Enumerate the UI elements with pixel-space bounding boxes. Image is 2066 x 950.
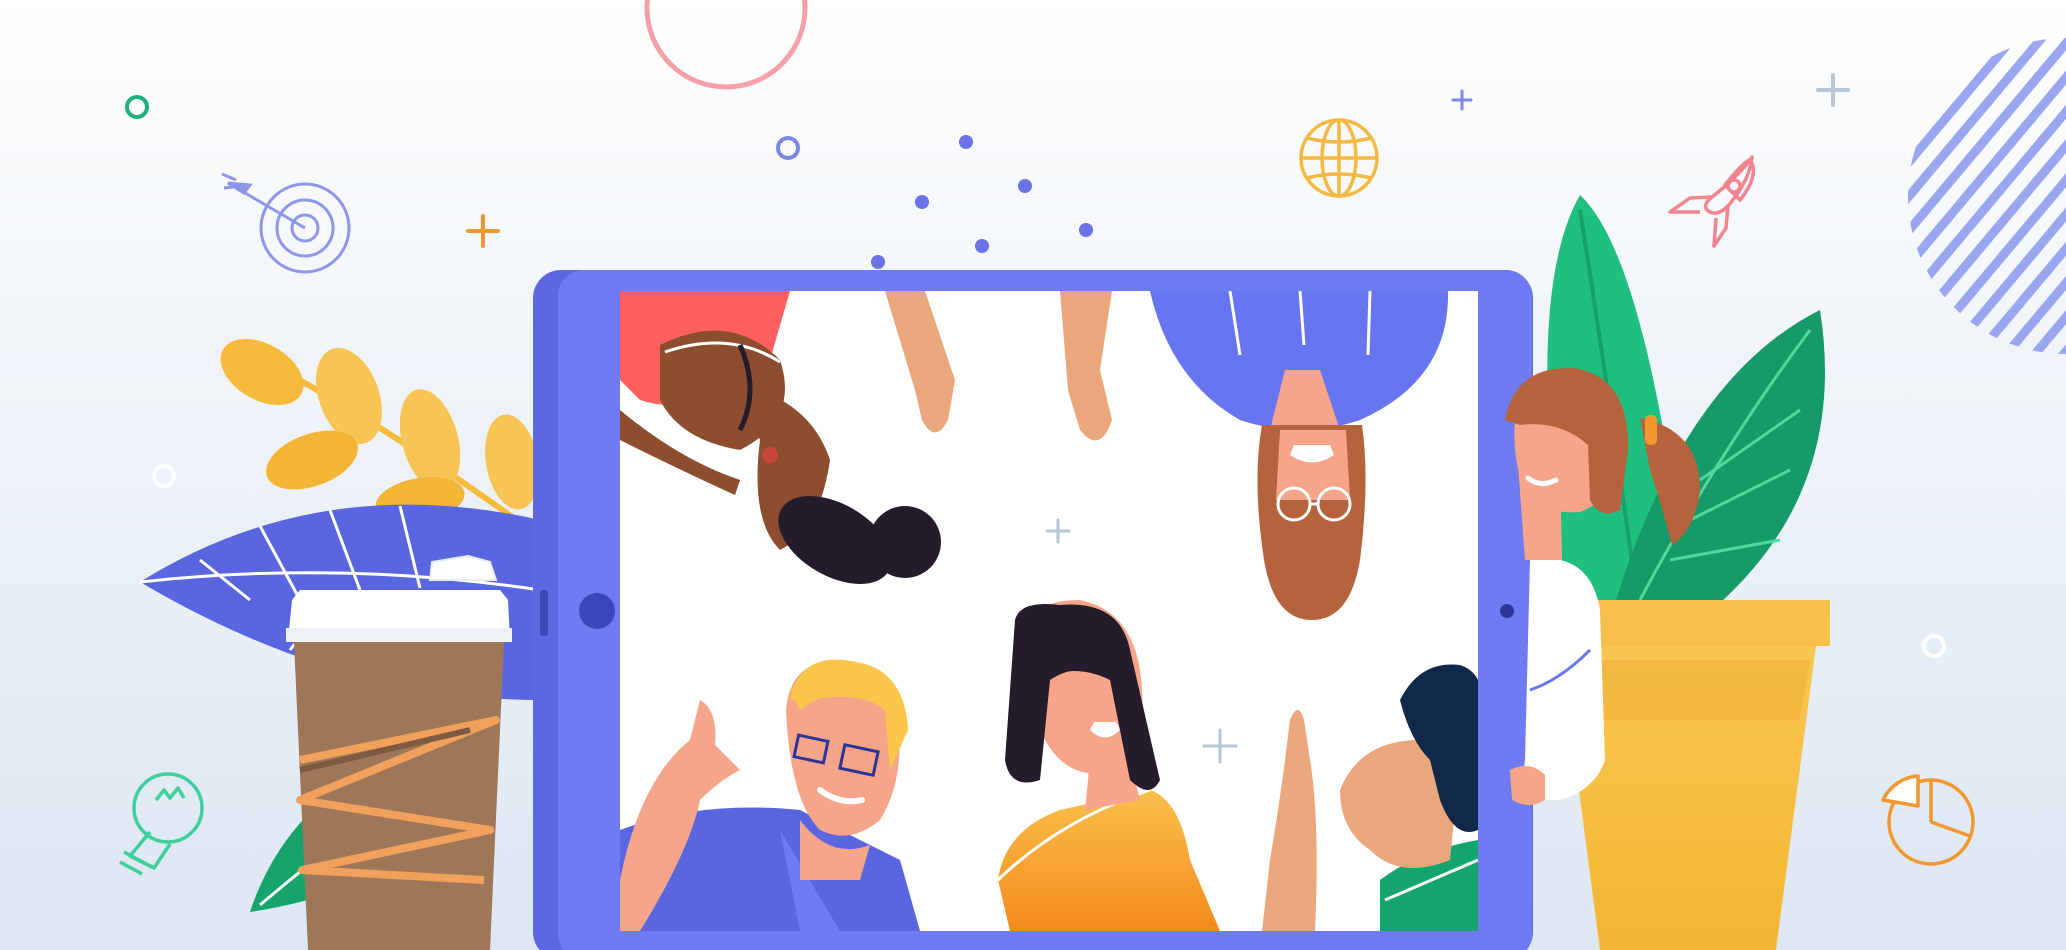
purple-ring-decoration <box>776 136 800 160</box>
striped-circle-decoration <box>1908 38 2066 354</box>
pink-ring-decoration <box>644 0 808 90</box>
dots-decoration <box>871 135 1093 269</box>
lightbulb-icon <box>119 772 204 876</box>
pie-chart-icon <box>1881 774 1975 866</box>
grey-plus-decoration <box>1816 73 1850 107</box>
white-ring-right <box>1922 634 1946 658</box>
white-ring-left <box>152 464 176 488</box>
target-icon <box>221 172 351 274</box>
tablet-camera <box>1500 604 1514 618</box>
illustration-canvas <box>119 0 2066 950</box>
tablet-home-button <box>579 593 615 629</box>
rocket-icon <box>1668 155 1756 248</box>
purple-plus-decoration <box>1451 89 1473 111</box>
orange-plus-decoration <box>466 214 500 248</box>
globe-icon <box>1299 118 1379 198</box>
wheat-plant <box>220 338 539 533</box>
coffee-cup <box>286 554 512 950</box>
green-ring-decoration <box>125 95 149 119</box>
illustration-scene <box>0 0 2066 950</box>
tablet-side-button <box>540 590 548 636</box>
